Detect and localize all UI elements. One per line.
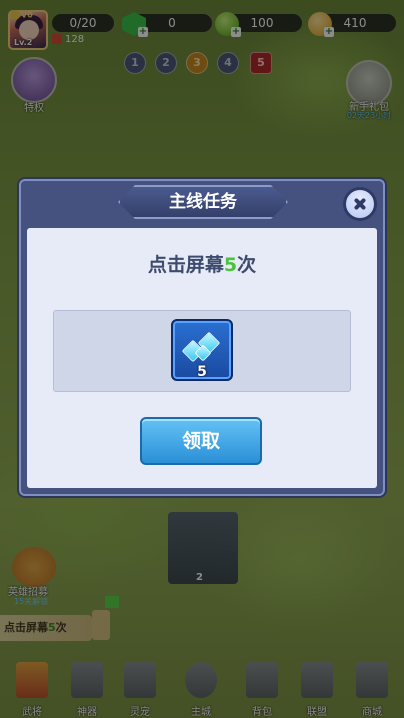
task-suffix: 次 bbox=[237, 254, 257, 276]
close-button[interactable] bbox=[343, 187, 377, 221]
task-description: 点击屏幕5次 bbox=[27, 250, 377, 277]
task-text: 点击屏幕 bbox=[147, 254, 224, 276]
dialog-title: 主线任务 bbox=[169, 192, 237, 212]
task-count: 5 bbox=[223, 254, 238, 276]
reward-count: 5 bbox=[197, 364, 207, 380]
claim-button[interactable]: 领取 bbox=[140, 417, 262, 465]
